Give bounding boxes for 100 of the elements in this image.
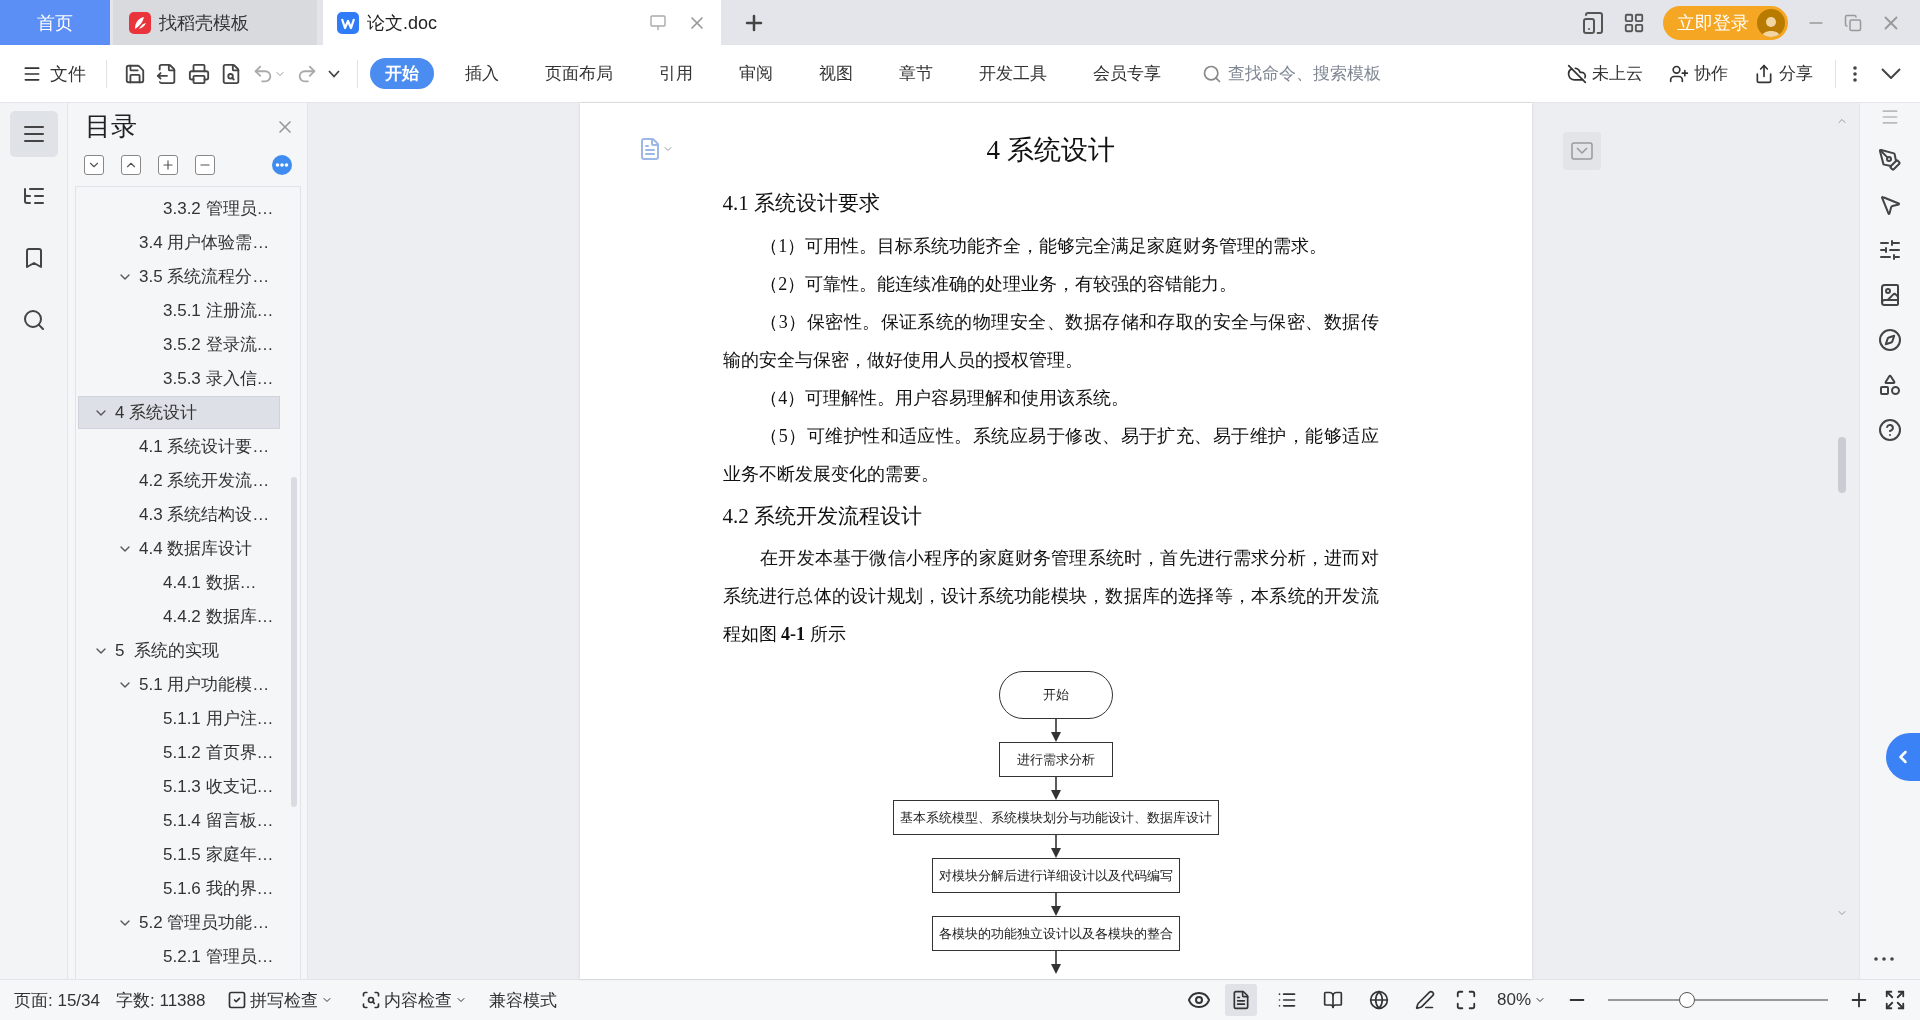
add-user-icon xyxy=(1669,63,1689,84)
outline-item[interactable]: 4.4 数据库设计 xyxy=(78,532,280,565)
outline-item[interactable]: 3.4 用户体验需… xyxy=(78,226,280,259)
scrollbar-thumb[interactable] xyxy=(291,477,297,807)
outline-item[interactable]: 5.1.1 用户注… xyxy=(78,702,280,735)
paragraph: （2）可靠性。能连续准确的处理业务，有较强的容错能力。 xyxy=(759,273,1239,296)
page-count: 页面: 15/34 xyxy=(14,989,100,1012)
checkbox-icon xyxy=(227,990,248,1010)
outline-item[interactable]: 3.5.3 录入信… xyxy=(78,362,280,395)
assistant-icon[interactable] xyxy=(271,154,293,176)
ribbon-tab[interactable]: 页面布局 xyxy=(530,58,628,89)
paragraph: （3）保密性。保证系统的物理安全、数据存储和存取的安全与保密、数据传输的安全与保密，做好使用人员的授权管理。 xyxy=(722,311,1379,372)
device-icon[interactable] xyxy=(1581,10,1605,35)
command-search-field[interactable]: 查找命令、搜索模板 xyxy=(1202,62,1430,85)
file-menu-button[interactable]: 文件 xyxy=(22,61,94,86)
outline-item[interactable]: 3.5 系统流程分… xyxy=(78,260,280,293)
monitor-icon xyxy=(649,13,667,32)
grid-icon[interactable] xyxy=(1623,11,1645,34)
content-check-button[interactable]: 内容检查 xyxy=(355,987,474,1013)
outline-item[interactable]: 4.2 系统开发流… xyxy=(78,464,280,497)
preview-icon xyxy=(220,62,242,85)
chevron-down-icon xyxy=(1881,68,1901,79)
share-icon xyxy=(1754,63,1774,84)
pen-icon[interactable] xyxy=(1878,148,1902,172)
sliders-icon[interactable] xyxy=(1878,238,1902,262)
flowchart-node: 进行需求分析 xyxy=(998,742,1113,777)
flow-arrow xyxy=(1049,893,1062,916)
ribbon-tab[interactable]: 会员专享 xyxy=(1078,58,1176,89)
flow-arrow xyxy=(1049,835,1062,858)
ribbon-tab[interactable]: 章节 xyxy=(884,58,948,89)
paragraph: （1）可用性。目标系统功能齐全，能够完全满足家庭财务管理的需求。 xyxy=(759,235,1329,258)
ribbon-tab[interactable]: 开发工具 xyxy=(964,58,1062,89)
flowchart-node: 各模块的功能独立设计以及各模块的整合 xyxy=(931,916,1180,951)
paragraph: （4）可理解性。用户容易理解和使用该系统。 xyxy=(759,387,1131,410)
share-button[interactable]: 分享 xyxy=(1748,61,1819,86)
add-button[interactable] xyxy=(158,155,178,175)
flowchart-node: 基本系统模型、系统模块划分与功能设计、数据库设计 xyxy=(892,800,1219,835)
save-icon xyxy=(124,62,146,85)
avatar-icon xyxy=(1757,8,1785,37)
compass-icon[interactable] xyxy=(1878,328,1902,352)
outline-item[interactable]: 4.3 系统结构设… xyxy=(78,498,280,531)
section-heading: 4.1 系统设计要求 xyxy=(722,190,881,217)
outline-item[interactable]: 4.4.1 数据… xyxy=(78,566,280,599)
chapter-title: 4 系统设计 xyxy=(985,134,1116,167)
outline-item[interactable]: 4.1 系统设计要… xyxy=(78,430,280,463)
ribbon-tab[interactable]: 视图 xyxy=(804,58,868,89)
outline-item[interactable]: 5.2 管理员功能… xyxy=(78,906,280,939)
outline-item[interactable]: 3.5.1 注册流… xyxy=(78,294,280,327)
outline-item[interactable]: 5.2.1 管理员… xyxy=(78,940,280,973)
compat-mode-label: 兼容模式 xyxy=(489,989,558,1012)
flow-arrow xyxy=(1049,719,1062,742)
outline-item[interactable]: 5.1.2 首页界… xyxy=(78,736,280,769)
ribbon-tab[interactable]: 审阅 xyxy=(724,58,788,89)
expand-panel-button[interactable] xyxy=(1886,733,1920,781)
outline-item[interactable]: 5.1.4 留言板… xyxy=(78,804,280,837)
ribbon-tab[interactable]: 引用 xyxy=(644,58,708,89)
collab-button[interactable]: 协作 xyxy=(1663,61,1734,86)
outline-item[interactable]: 5.1.5 家庭年… xyxy=(78,838,280,871)
scan-icon xyxy=(361,990,382,1010)
plus-icon xyxy=(161,158,175,172)
picture-book-icon[interactable] xyxy=(1878,283,1902,307)
outline-item[interactable]: 5.1.6 我的界… xyxy=(78,872,280,905)
outline-item[interactable]: 4.4.2 数据库… xyxy=(78,600,280,633)
collapse-all-button[interactable] xyxy=(121,155,141,175)
outline-item[interactable]: 3.3.2 管理员… xyxy=(78,192,280,225)
paragraph: 在开发本基于微信小程序的家庭财务管理系统时，首先进行需求分析，进而对系统进行总体的设计规划，设计系统功能模块，数据库的选择等，本系统的开发流程如图 4-1 所示 xyxy=(722,547,1379,646)
outline-item[interactable]: 5 系统的实现 xyxy=(78,634,280,667)
help-icon[interactable] xyxy=(1878,418,1902,442)
document-tab[interactable]: 论文.doc xyxy=(323,0,721,45)
scrollbar-thumb[interactable] xyxy=(1838,437,1846,493)
cursor-icon[interactable] xyxy=(1878,193,1902,217)
document-logo-icon xyxy=(337,11,359,34)
shapes-icon[interactable] xyxy=(1878,373,1902,397)
search-icon xyxy=(1202,63,1222,84)
outline-item[interactable]: 5.1 用户功能模… xyxy=(78,668,280,701)
export-icon xyxy=(156,62,178,85)
search-icon xyxy=(21,308,46,332)
printer-icon xyxy=(188,62,210,85)
remove-button[interactable] xyxy=(195,155,215,175)
zoom-dropdown[interactable]: 80% xyxy=(1490,989,1552,1011)
slider-thumb[interactable] xyxy=(1679,992,1696,1008)
outline-panel-button[interactable] xyxy=(9,111,58,157)
page-view-button[interactable] xyxy=(1224,984,1257,1016)
panel-title: 目录 xyxy=(85,110,137,143)
outline-item[interactable]: 4 系统设计 xyxy=(78,396,280,429)
fit-page-icon[interactable] xyxy=(1454,989,1477,1011)
ribbon-tab[interactable]: 插入 xyxy=(450,58,514,89)
document-tab[interactable]: 找稻壳模板 xyxy=(113,0,317,45)
expand-all-button[interactable] xyxy=(84,155,104,175)
spell-check-button[interactable]: 拼写检查 xyxy=(221,987,340,1013)
section-heading: 4.2 系统开发流程设计 xyxy=(722,503,923,530)
outline-item[interactable]: 5.1.3 收支记… xyxy=(78,770,280,803)
cloud-button[interactable]: 未上云 xyxy=(1561,61,1649,86)
paragraph: （5）可维护性和适应性。系统应易于修改、易于扩充、易于维护，能够适应业务不断发展变化的需要。 xyxy=(722,425,1379,486)
flow-arrow xyxy=(1049,951,1062,974)
flowchart-node: 对模块分解后进行详细设计以及代码编写 xyxy=(931,858,1180,893)
writing-view-icon xyxy=(1414,989,1435,1011)
outline-item[interactable]: 3.5.2 登录流… xyxy=(78,328,280,361)
more-icon xyxy=(1874,957,1894,961)
fullscreen-icon[interactable] xyxy=(1884,989,1906,1011)
